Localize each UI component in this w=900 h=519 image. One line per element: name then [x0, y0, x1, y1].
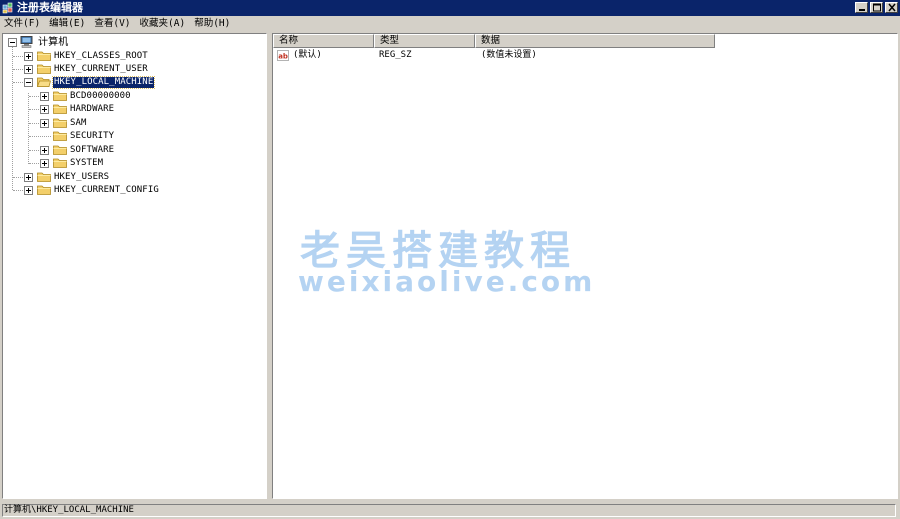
pane-splitter[interactable] [268, 33, 271, 499]
minimize-button[interactable] [855, 2, 868, 13]
value-name: (默认) [293, 50, 322, 60]
tree-node-label: SOFTWARE [70, 145, 115, 155]
tree-pane[interactable]: 计算机 HKEY_CLASSES_ROOT HKEY_CURRENT_USER [2, 33, 267, 499]
folder-icon [37, 64, 51, 74]
tree-connector [29, 109, 39, 110]
folder-icon [53, 91, 67, 101]
expand-icon[interactable] [40, 105, 49, 114]
collapse-icon[interactable] [8, 38, 17, 47]
svg-text:ab: ab [278, 52, 288, 60]
computer-icon [20, 36, 33, 48]
title-bar[interactable]: 注册表编辑器 [0, 0, 900, 16]
tree-connector [29, 136, 51, 137]
folder-icon [53, 145, 67, 155]
tree-node-label: HKEY_CURRENT_USER [54, 64, 148, 74]
tree-connector [12, 46, 13, 190]
expand-icon[interactable] [40, 159, 49, 168]
regedit-icon [2, 2, 13, 14]
folder-icon [37, 172, 51, 182]
status-path: 计算机\HKEY_LOCAL_MACHINE [2, 504, 896, 517]
collapse-icon[interactable] [24, 78, 33, 87]
status-bar: 计算机\HKEY_LOCAL_MACHINE [0, 502, 900, 519]
maximize-icon [873, 3, 881, 12]
watermark-url: weixiaolive.com [298, 265, 596, 298]
close-icon [888, 3, 896, 12]
value-data: (数值未设置) [481, 50, 537, 60]
menu-view[interactable]: 查看(V) [90, 16, 135, 31]
tree-connector [13, 82, 23, 83]
tree-node-label: HKEY_CLASSES_ROOT [54, 51, 148, 61]
expand-icon[interactable] [24, 52, 33, 61]
tree-connector [13, 177, 23, 178]
tree-node-label: SAM [70, 118, 87, 128]
folder-icon [53, 118, 67, 128]
tree-node-label: HARDWARE [70, 104, 115, 114]
folder-icon [37, 51, 51, 61]
column-header-data[interactable]: 数据 [475, 34, 715, 48]
expand-icon[interactable] [40, 92, 49, 101]
column-header-type[interactable]: 类型 [374, 34, 475, 48]
tree-connector [29, 123, 39, 124]
menu-help[interactable]: 帮助(H) [190, 16, 235, 31]
tree-connector [13, 69, 23, 70]
tree-connector [29, 150, 39, 151]
tree-node-label-selected: HKEY_LOCAL_MACHINE [51, 76, 156, 89]
open-folder-icon [37, 77, 51, 87]
menu-edit[interactable]: 编辑(E) [45, 16, 90, 31]
tree-node-label: SECURITY [70, 131, 115, 141]
expand-icon[interactable] [24, 65, 33, 74]
expand-icon[interactable] [24, 186, 33, 195]
tree-node-label: BCD00000000 [70, 91, 131, 101]
menu-bar: 文件(F) 编辑(E) 查看(V) 收藏夹(A) 帮助(H) [0, 16, 900, 31]
tree-root-label: 计算机 [38, 37, 69, 48]
tree-connector [29, 163, 39, 164]
value-type: REG_SZ [379, 50, 412, 60]
tree-connector [28, 93, 29, 164]
tree-node-label: HKEY_USERS [54, 172, 110, 182]
expand-icon[interactable] [40, 119, 49, 128]
tree-connector [13, 56, 23, 57]
string-value-icon: ab [277, 50, 289, 61]
list-header: 名称 类型 数据 [273, 34, 715, 48]
folder-icon [53, 131, 67, 141]
column-header-name[interactable]: 名称 [273, 34, 374, 48]
tree-connector [29, 96, 39, 97]
tree-node-label: HKEY_CURRENT_CONFIG [54, 185, 159, 195]
close-button[interactable] [885, 2, 898, 13]
folder-icon [53, 104, 67, 114]
folder-icon [37, 185, 51, 195]
maximize-button[interactable] [870, 2, 883, 13]
menu-file[interactable]: 文件(F) [0, 16, 45, 31]
expand-icon[interactable] [40, 146, 49, 155]
folder-icon [53, 158, 67, 168]
tree-node-label: SYSTEM [70, 158, 104, 168]
tree-connector [13, 190, 23, 191]
menu-favorites[interactable]: 收藏夹(A) [136, 16, 191, 31]
window-title: 注册表编辑器 [17, 1, 83, 14]
minimize-icon [859, 9, 865, 11]
expand-icon[interactable] [24, 173, 33, 182]
